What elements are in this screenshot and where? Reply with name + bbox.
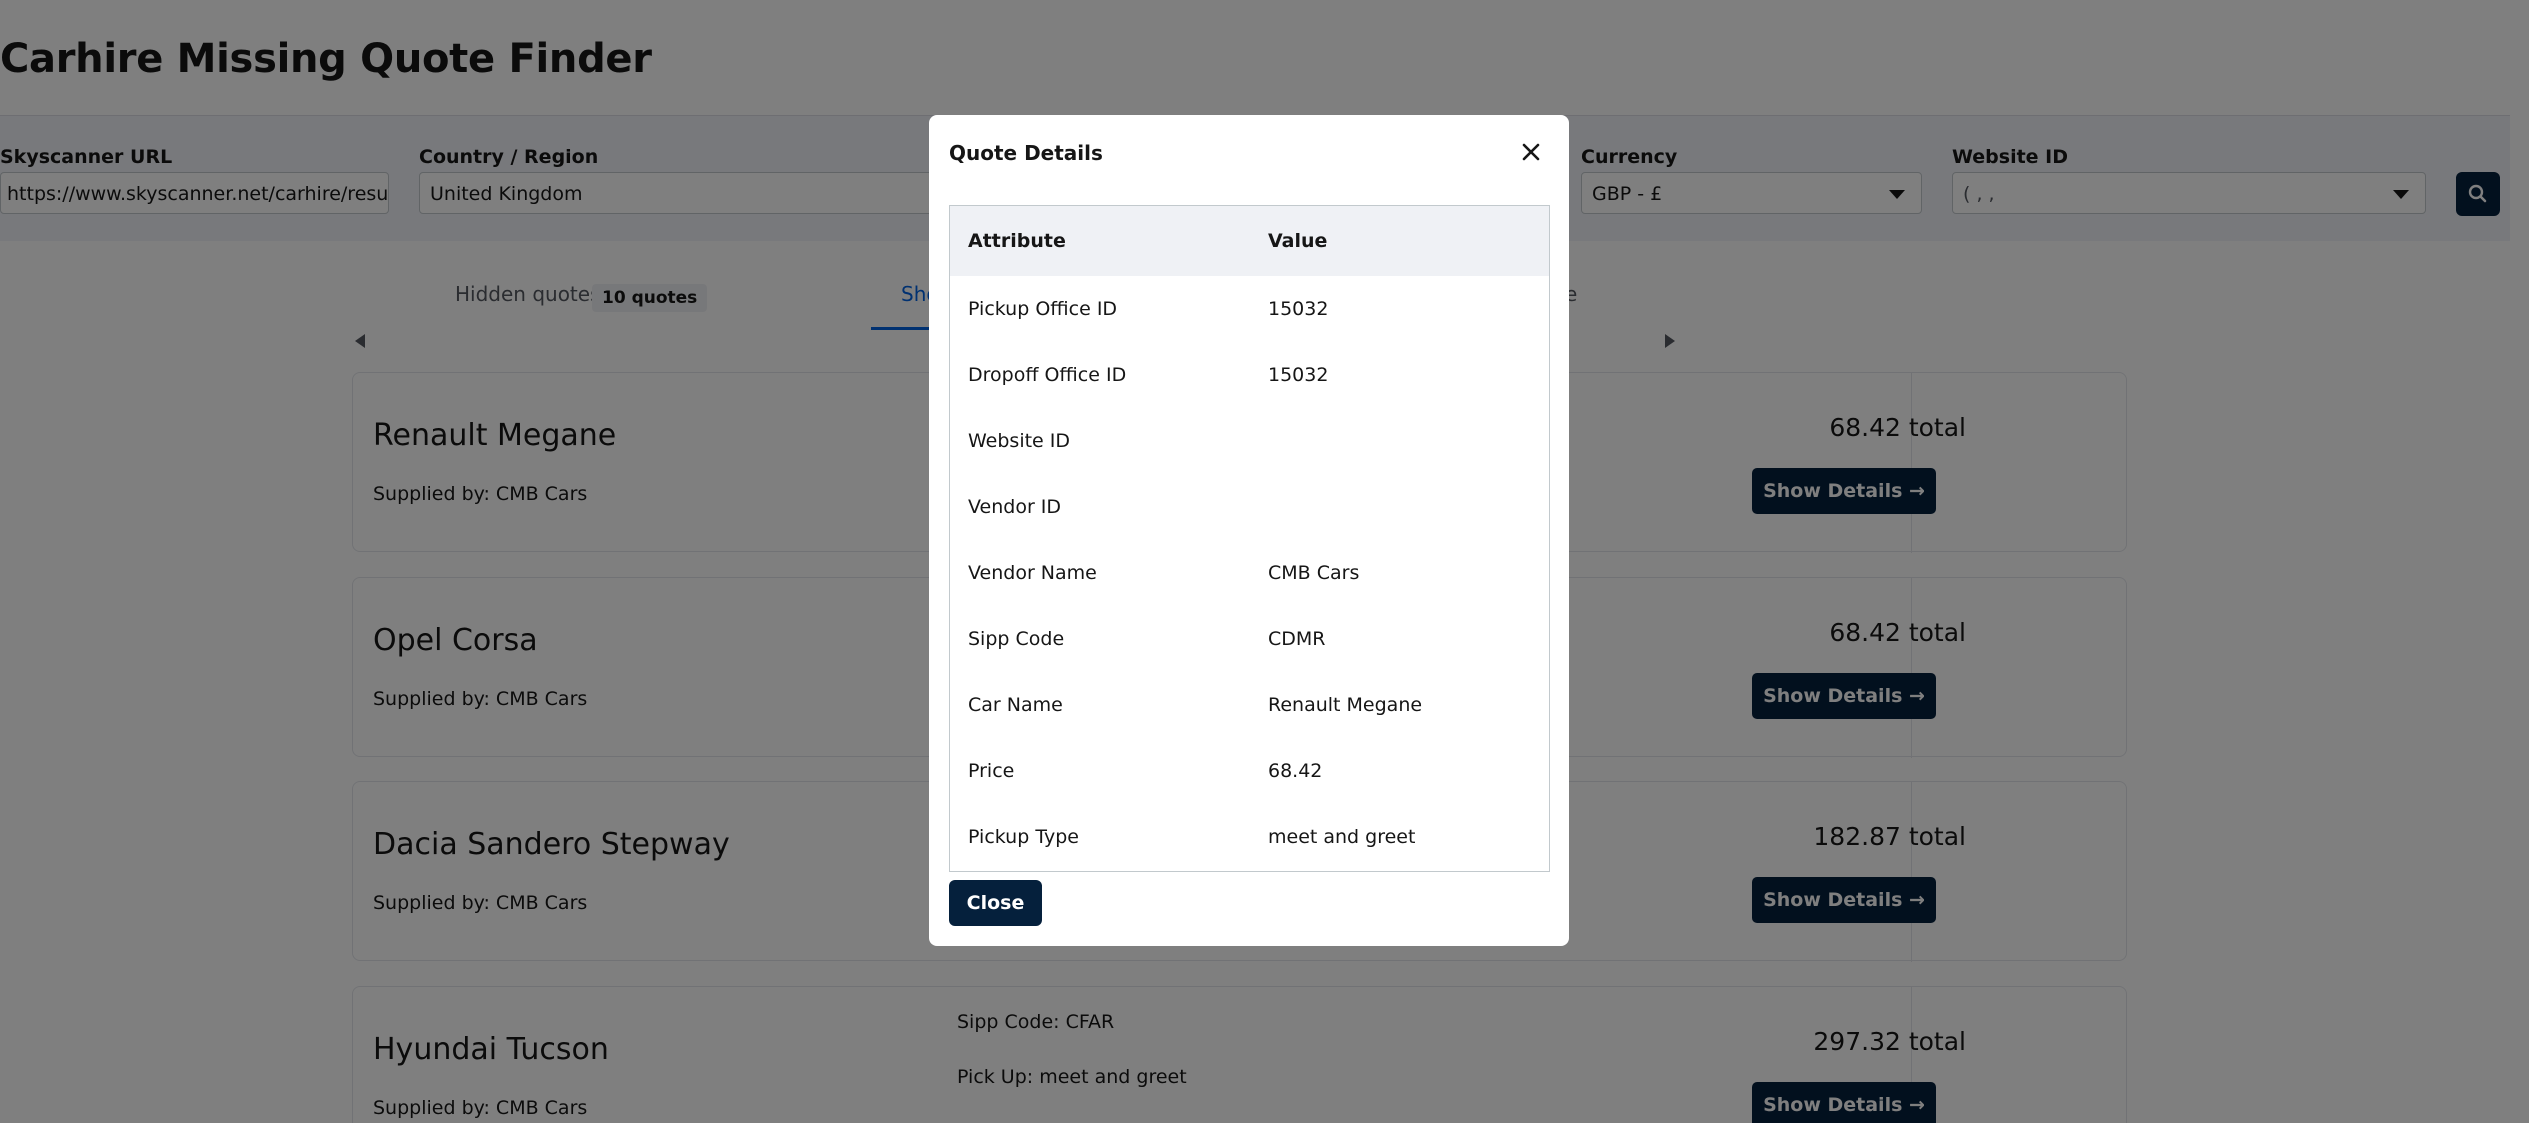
value-cell: 68.42 bbox=[1268, 760, 1323, 782]
value-cell: Renault Megane bbox=[1268, 694, 1423, 716]
table-row: Price 68.42 bbox=[950, 738, 1549, 804]
attribute-cell: Pickup Office ID bbox=[968, 298, 1118, 320]
quote-details-dialog: Quote Details Attribute Value Pickup Off… bbox=[929, 115, 1569, 946]
attribute-cell: Price bbox=[968, 760, 1015, 782]
table-row: Sipp Code CDMR bbox=[950, 606, 1549, 672]
column-header-value: Value bbox=[1268, 230, 1328, 252]
value-cell: CDMR bbox=[1268, 628, 1326, 650]
value-cell: CMB Cars bbox=[1268, 562, 1360, 584]
attribute-cell: Vendor ID bbox=[968, 496, 1062, 518]
attribute-cell: Sipp Code bbox=[968, 628, 1065, 650]
attribute-cell: Car Name bbox=[968, 694, 1063, 716]
value-cell: meet and greet bbox=[1268, 826, 1416, 848]
table-row: Vendor ID bbox=[950, 474, 1549, 540]
value-cell: 15032 bbox=[1268, 298, 1329, 320]
page: Carhire Missing Quote Finder Skyscanner … bbox=[0, 0, 2529, 1123]
table-header-row: Attribute Value bbox=[950, 206, 1549, 276]
table-row: Vendor Name CMB Cars bbox=[950, 540, 1549, 606]
attribute-cell: Vendor Name bbox=[968, 562, 1097, 584]
attribute-cell: Dropoff Office ID bbox=[968, 364, 1127, 386]
table-row: Dropoff Office ID 15032 bbox=[950, 342, 1549, 408]
column-header-attribute: Attribute bbox=[968, 230, 1066, 252]
close-button[interactable]: Close bbox=[949, 880, 1042, 926]
details-table: Attribute Value Pickup Office ID 15032 D… bbox=[949, 205, 1550, 872]
value-cell: 15032 bbox=[1268, 364, 1329, 386]
close-icon[interactable] bbox=[1519, 140, 1543, 164]
table-row: Car Name Renault Megane bbox=[950, 672, 1549, 738]
table-row: Pickup Type meet and greet bbox=[950, 804, 1549, 870]
attribute-cell: Pickup Type bbox=[968, 826, 1079, 848]
dialog-title: Quote Details bbox=[949, 141, 1103, 165]
table-row: Website ID bbox=[950, 408, 1549, 474]
attribute-cell: Website ID bbox=[968, 430, 1071, 452]
table-row: Pickup Office ID 15032 bbox=[950, 276, 1549, 342]
